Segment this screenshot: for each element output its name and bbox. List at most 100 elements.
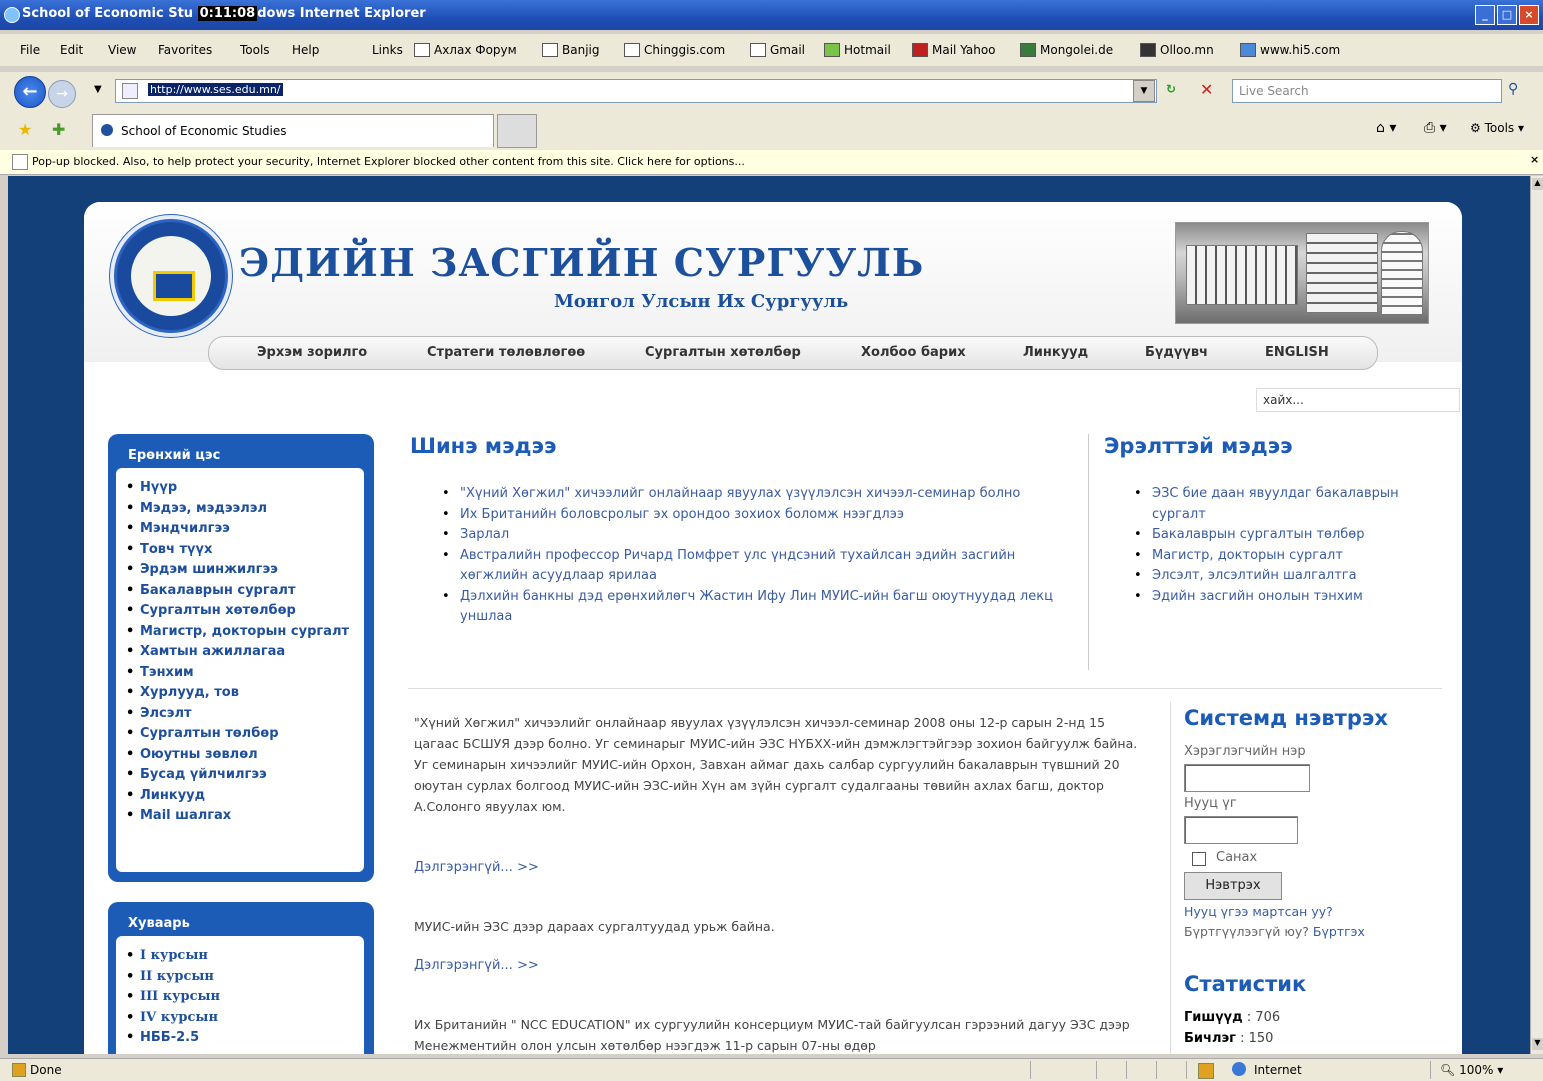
schedule-item-1[interactable]: I курсын (122, 946, 364, 967)
tab-bar: ★ ✚ School of Economic Studies ⌂ ▾ ⎙ ▾ ⚙… (0, 110, 1543, 150)
zoom-control[interactable]: 🔍︎ 100% ▾ (1440, 1063, 1503, 1077)
sidebar-item-curriculum[interactable]: Сургалтын хөтөлбөр (122, 601, 364, 622)
related-item[interactable]: ЭЗС бие даан явуулдаг бакалаврын сургалт (1130, 484, 1400, 525)
sidebar-item-bachelor[interactable]: Бакалаврын сургалт (122, 581, 364, 602)
link-forum[interactable]: Ахлах Форум (414, 43, 517, 57)
menu-view[interactable]: View (108, 43, 136, 57)
menu-file[interactable]: File (20, 43, 40, 57)
menu-help[interactable]: Help (292, 43, 319, 57)
menu-edit[interactable]: Edit (60, 43, 83, 57)
link-banjig[interactable]: Banjig (542, 43, 599, 57)
site-icon (1140, 43, 1156, 57)
news-item[interactable]: Австралийн профессор Ричард Помфрет улс … (438, 546, 1078, 587)
vertical-scrollbar[interactable]: ▲ ▼ (1530, 176, 1543, 1054)
link-yahoo[interactable]: Mail Yahoo (912, 43, 996, 57)
live-search-input[interactable]: Live Search (1232, 79, 1502, 103)
nav-mission[interactable]: Эрхэм зорилго (257, 345, 367, 360)
zoom-icon: 🔍︎ (1440, 1063, 1456, 1077)
sidebar-item-history[interactable]: Товч түүх (122, 540, 364, 561)
print-icon[interactable]: ⎙ ▾ (1424, 120, 1447, 136)
nav-english[interactable]: ENGLISH (1265, 345, 1329, 360)
link-chinggis[interactable]: Chinggis.com (624, 43, 725, 57)
close-button[interactable]: × (1519, 5, 1539, 25)
sidebar-item-master-doctoral[interactable]: Магистр, докторын сургалт (122, 622, 364, 643)
home-icon[interactable]: ⌂ ▾ (1376, 120, 1396, 136)
sidebar-item-greeting[interactable]: Мэндчилгээ (122, 519, 364, 540)
back-button[interactable]: ← (14, 76, 46, 108)
sidebar-item-services[interactable]: Бусад үйлчилгээ (122, 765, 364, 786)
forward-button[interactable]: → (48, 80, 76, 108)
sidebar-item-research[interactable]: Эрдэм шинжилгээ (122, 560, 364, 581)
globe-icon (414, 43, 430, 57)
schedule-item-2[interactable]: II курсын (122, 967, 364, 988)
login-button[interactable]: Нэвтрэх (1184, 872, 1282, 900)
site-search-input[interactable]: хайх... (1256, 388, 1460, 412)
add-favorites-icon[interactable]: ✚ (52, 120, 65, 139)
stats-row-members: Гишүүд : 706 (1184, 1010, 1281, 1025)
forgot-password-link[interactable]: Нууц үгээ мартсан уу? (1184, 904, 1333, 919)
search-icon[interactable]: ⚲ (1508, 81, 1518, 97)
news-item[interactable]: "Хүний Хөгжил" хичээлийг онлайнаар явуул… (438, 484, 1078, 505)
read-more-link[interactable]: Дэлгэрэнгүй... >> (414, 958, 539, 973)
sidebar-item-meetings[interactable]: Хурлууд, тов (122, 683, 364, 704)
link-olloo[interactable]: Olloo.mn (1140, 43, 1214, 57)
campus-building-image (1175, 222, 1429, 324)
link-mongolei[interactable]: Mongolei.de (1020, 43, 1113, 57)
stop-icon[interactable]: ✕ (1200, 80, 1213, 99)
tab-school-of-economic-studies[interactable]: School of Economic Studies (92, 114, 494, 147)
remember-checkbox[interactable] (1192, 852, 1206, 866)
news-item[interactable]: Дэлхийн банкны дэд ерөнхийлөгч Жастин Иф… (438, 587, 1078, 628)
related-item[interactable]: Бакалаврын сургалтын төлбөр (1130, 525, 1400, 546)
history-dropdown-icon[interactable]: ▼ (94, 84, 102, 95)
url-dropdown-icon[interactable]: ▼ (1133, 80, 1155, 102)
scroll-up-icon[interactable]: ▲ (1532, 178, 1543, 190)
menu-favorites[interactable]: Favorites (158, 43, 212, 57)
register-link[interactable]: Бүртгэх (1313, 924, 1365, 939)
nav-sitemap[interactable]: Бүдүүвч (1145, 345, 1208, 360)
sidebar-item-tuition[interactable]: Сургалтын төлбөр (122, 724, 364, 745)
window-title-bar[interactable]: School of Economic Stu 0:11:08 dows Inter… (0, 0, 1543, 30)
nav-contact[interactable]: Холбоо барих (861, 345, 966, 360)
university-logo (114, 219, 228, 333)
schedule-item-5[interactable]: НББ-2.5 (122, 1028, 364, 1049)
schedule-item-3[interactable]: III курсын (122, 987, 364, 1008)
related-item[interactable]: Элсэлт, элсэлтийн шалгалтга (1130, 566, 1400, 587)
favorites-star-icon[interactable]: ★ (18, 120, 32, 139)
window-title: School of Economic Stu 0:11:08 dows Inter… (22, 6, 426, 21)
news-item[interactable]: Зарлал (438, 525, 1078, 546)
sidebar-item-links[interactable]: Линкууд (122, 786, 364, 807)
sidebar-item-student-council[interactable]: Оюутны зөвлөл (122, 745, 364, 766)
minimize-button[interactable]: _ (1475, 5, 1495, 25)
sidebar-item-news[interactable]: Мэдээ, мэдээлэл (122, 499, 364, 520)
tools-menu[interactable]: ⚙ Tools ▾ (1470, 121, 1524, 135)
username-field[interactable] (1184, 764, 1310, 792)
link-hi5[interactable]: www.hi5.com (1240, 43, 1340, 57)
nav-links[interactable]: Линкууд (1023, 345, 1088, 360)
remember-label: Санах (1216, 850, 1258, 865)
maximize-button[interactable]: □ (1497, 5, 1517, 25)
sidebar-item-mail[interactable]: Mail шалгах (122, 806, 364, 827)
link-hotmail[interactable]: Hotmail (824, 43, 891, 57)
scroll-down-icon[interactable]: ▼ (1532, 1038, 1543, 1050)
read-more-link[interactable]: Дэлгэрэнгүй... >> (414, 860, 539, 875)
schedule-item-4[interactable]: IV курсын (122, 1008, 364, 1029)
sidebar-item-department[interactable]: Тэнхим (122, 663, 364, 684)
link-gmail[interactable]: Gmail (750, 43, 805, 57)
password-field[interactable] (1184, 816, 1298, 844)
close-icon[interactable]: × (1530, 153, 1539, 166)
related-item[interactable]: Магистр, докторын сургалт (1130, 546, 1400, 567)
sidebar-item-cooperation[interactable]: Хамтын ажиллагаа (122, 642, 364, 663)
sidebar-item-home[interactable]: Нүүр (122, 478, 364, 499)
refresh-icon[interactable]: ↻ (1166, 82, 1176, 96)
new-tab-button[interactable] (497, 114, 537, 148)
menu-tools[interactable]: Tools (240, 43, 270, 57)
sidebar-item-admission[interactable]: Элсэлт (122, 704, 364, 725)
url-field[interactable]: http://www.ses.edu.mn/ (115, 79, 1157, 103)
news-item[interactable]: Их Британийн боловсролыг эх орондоо зохи… (438, 505, 1078, 526)
related-item[interactable]: Эдийн засгийн онолын тэнхим (1130, 587, 1400, 608)
nav-programs[interactable]: Сургалтын хөтөлбөр (645, 345, 801, 360)
menu-bar: File Edit View Favorites Tools Help Link… (0, 34, 1543, 66)
page-icon (750, 43, 766, 57)
nav-strategy[interactable]: Стратеги төлөвлөгөө (427, 345, 585, 360)
popup-blocked-bar[interactable]: Pop-up blocked. Also, to help protect yo… (0, 150, 1543, 175)
